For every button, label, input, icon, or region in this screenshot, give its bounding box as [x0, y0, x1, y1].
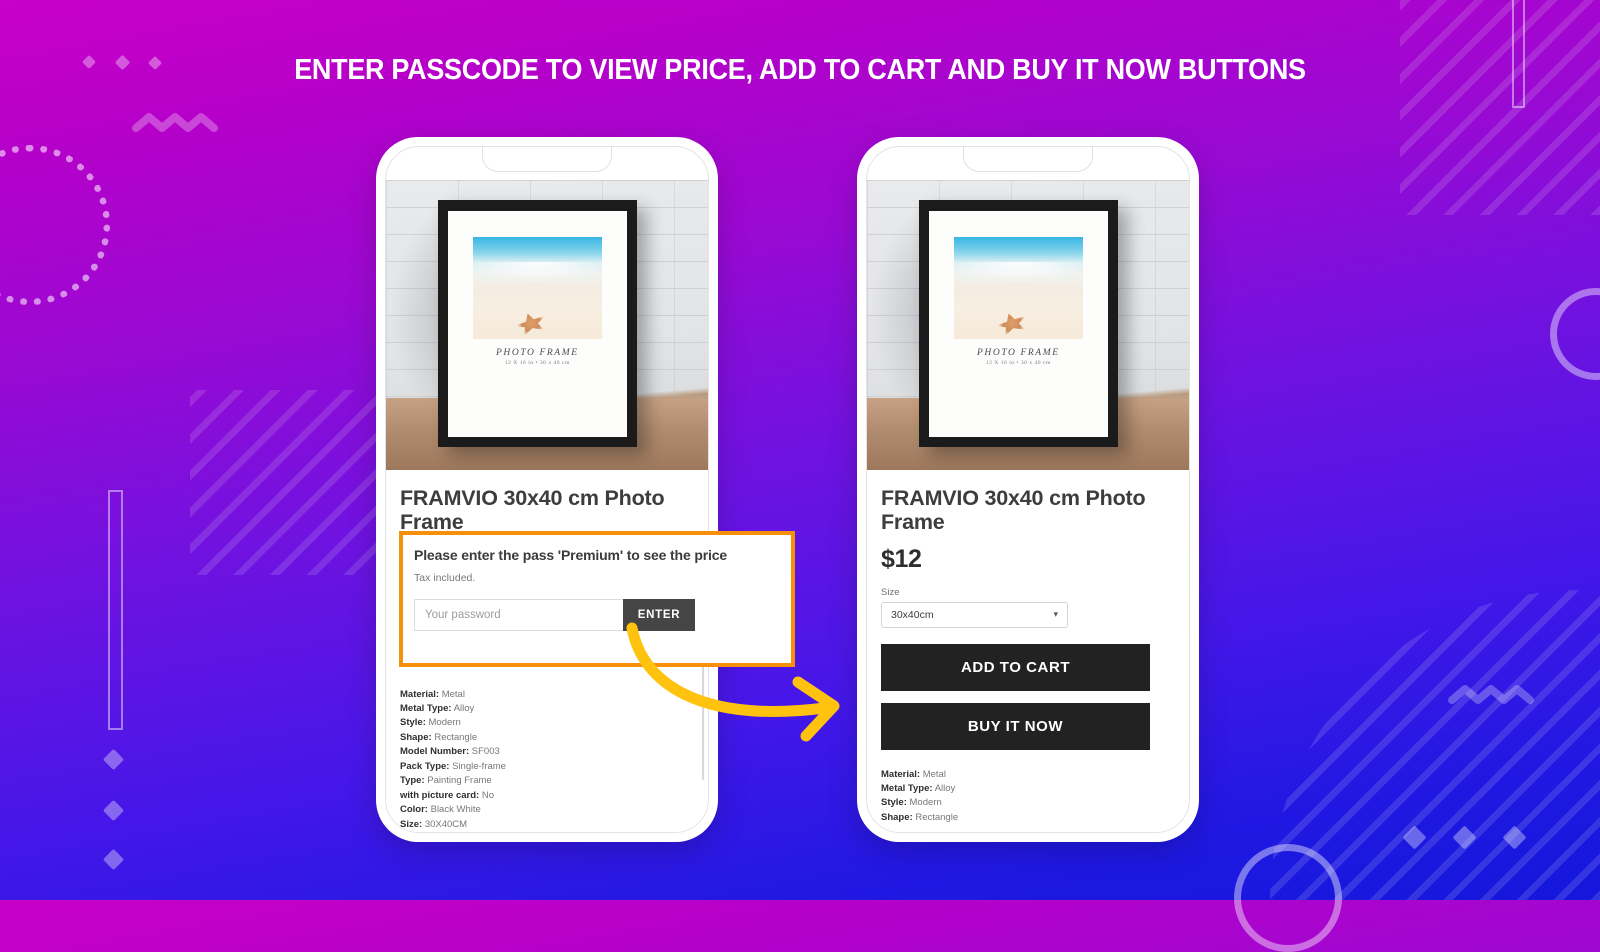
spec-value: Modern — [428, 717, 461, 729]
spec-row: with picture card: No — [400, 789, 694, 803]
spec-key: Shape: — [400, 731, 432, 743]
product-price: $12 — [881, 544, 922, 573]
spec-value: Metal — [922, 768, 946, 780]
spec-value: Alloy — [453, 703, 475, 714]
phone-notch — [482, 147, 612, 172]
spec-key: with picture card: — [400, 789, 480, 801]
flow-arrow-icon — [626, 622, 840, 742]
frame-artwork-beach — [472, 237, 602, 339]
diamond-decoration — [1502, 825, 1527, 850]
dotted-circle-decoration — [0, 145, 110, 305]
page-headline: ENTER PASSCODE TO VIEW PRICE, ADD TO CAR… — [294, 54, 1306, 86]
spec-row: Metal Type: Alloy — [881, 782, 1175, 796]
spec-value: Black White — [430, 804, 481, 816]
ring-decoration-bottom — [1234, 844, 1342, 952]
diamond-decoration — [1452, 825, 1477, 850]
frame-artwork-beach — [953, 237, 1083, 339]
spec-key: Model Number: — [400, 746, 470, 758]
passcode-prompt: Please enter the pass 'Premium' to see t… — [414, 547, 728, 563]
wave-highlight — [472, 261, 602, 285]
spec-key: Shape: — [881, 811, 913, 823]
spec-row: Pack Type: Single-frame — [400, 760, 694, 774]
product-info-left: FRAMVIO 30x40 cm Photo Frame — [386, 470, 708, 535]
diamond-decoration — [102, 848, 125, 871]
spec-row: Type: Painting Frame — [400, 774, 694, 788]
spec-key: Color: — [400, 804, 428, 816]
tax-included-note: Tax included. — [414, 572, 476, 584]
spec-value: Modern — [909, 797, 942, 809]
spec-key: Type: — [400, 775, 425, 787]
diamond-decoration — [1402, 825, 1427, 850]
spec-key: Style: — [400, 717, 426, 729]
frame-caption: PHOTO FRAME — [496, 347, 579, 358]
spec-key: Size: — [400, 818, 423, 830]
zigzag-decoration-top-left — [132, 113, 218, 132]
phone-screen-right: PHOTO FRAME 12 X 16 in • 30 x 40 cm FRAM… — [866, 146, 1190, 833]
spec-row: Size: 30X40CM — [400, 818, 694, 832]
spec-key: Metal Type: — [400, 703, 452, 714]
diagonal-stripes-top-right — [1400, 0, 1600, 215]
phone-notch — [963, 147, 1093, 172]
product-image[interactable]: PHOTO FRAME 12 X 16 in • 30 x 40 cm — [386, 180, 708, 470]
photo-frame-product: PHOTO FRAME 12 X 16 in • 30 x 40 cm — [918, 200, 1119, 447]
product-page-right: PHOTO FRAME 12 X 16 in • 30 x 40 cm FRAM… — [867, 180, 1189, 832]
spec-value: 30X40CM — [424, 818, 468, 830]
zigzag-decoration-bottom-right — [1448, 685, 1534, 704]
spec-row: Shape: Rectangle — [881, 811, 1175, 825]
diagonal-stripes-bottom-right — [1270, 590, 1600, 900]
buy-it-now-button[interactable]: BUY IT NOW — [881, 702, 1150, 750]
frame-dimensions: 12 X 16 in • 30 x 40 cm — [985, 359, 1051, 366]
chevron-down-icon: ▾ — [1053, 609, 1058, 620]
rect-outline-left — [108, 490, 123, 730]
frame-dimensions: 12 X 16 in • 30 x 40 cm — [504, 359, 570, 366]
spec-value: Metal — [441, 688, 465, 700]
diagonal-stripes-left — [190, 390, 390, 575]
spec-value: Alloy — [934, 783, 956, 794]
photo-frame-product: PHOTO FRAME 12 X 16 in • 30 x 40 cm — [437, 200, 638, 447]
size-label: Size — [881, 586, 900, 598]
spec-value: Rectangle — [915, 811, 959, 823]
size-selected-value: 30x40cm — [891, 608, 934, 621]
spec-value: No — [481, 789, 494, 801]
frame-mat: PHOTO FRAME 12 X 16 in • 30 x 40 cm — [447, 210, 627, 437]
spec-key: Material: — [400, 688, 440, 700]
spec-key: Style: — [881, 797, 907, 809]
spec-row: Model Number: SF003 — [400, 745, 694, 759]
size-select[interactable]: 30x40cm ▾ — [881, 601, 1068, 628]
spec-key: Pack Type: — [400, 760, 450, 772]
ring-decoration-right — [1550, 288, 1600, 380]
frame-caption: PHOTO FRAME — [977, 347, 1060, 358]
spec-row: Color: Black White — [400, 803, 694, 817]
spec-value: SF003 — [471, 746, 500, 758]
wave-highlight — [953, 261, 1083, 285]
spec-value: Painting Frame — [427, 775, 492, 787]
frame-mat: PHOTO FRAME 12 X 16 in • 30 x 40 cm — [928, 210, 1108, 437]
diamond-decoration — [102, 799, 125, 822]
starfish-icon — [993, 308, 1031, 338]
specs-list-right: Material: Metal Metal Type: Alloy Style:… — [881, 768, 1175, 826]
password-input[interactable] — [414, 599, 623, 631]
spec-key: Material: — [881, 768, 921, 780]
add-to-cart-button[interactable]: ADD TO CART — [881, 643, 1150, 691]
product-title: FRAMVIO 30x40 cm Photo Frame — [881, 486, 1146, 535]
spec-row: Style: Modern — [881, 796, 1175, 810]
spec-key: Metal Type: — [881, 783, 933, 794]
spec-value: Rectangle — [434, 731, 478, 743]
spec-value: Single-frame — [452, 760, 506, 772]
starfish-icon — [512, 308, 550, 338]
product-info-right: FRAMVIO 30x40 cm Photo Frame $12 Size 30… — [867, 470, 1189, 825]
phone-mockup-right: PHOTO FRAME 12 X 16 in • 30 x 40 cm FRAM… — [857, 137, 1199, 842]
product-image[interactable]: PHOTO FRAME 12 X 16 in • 30 x 40 cm — [867, 180, 1189, 470]
spec-row: Material: Metal — [881, 768, 1175, 782]
product-title: FRAMVIO 30x40 cm Photo Frame — [400, 486, 665, 535]
diamond-decoration — [102, 748, 125, 771]
